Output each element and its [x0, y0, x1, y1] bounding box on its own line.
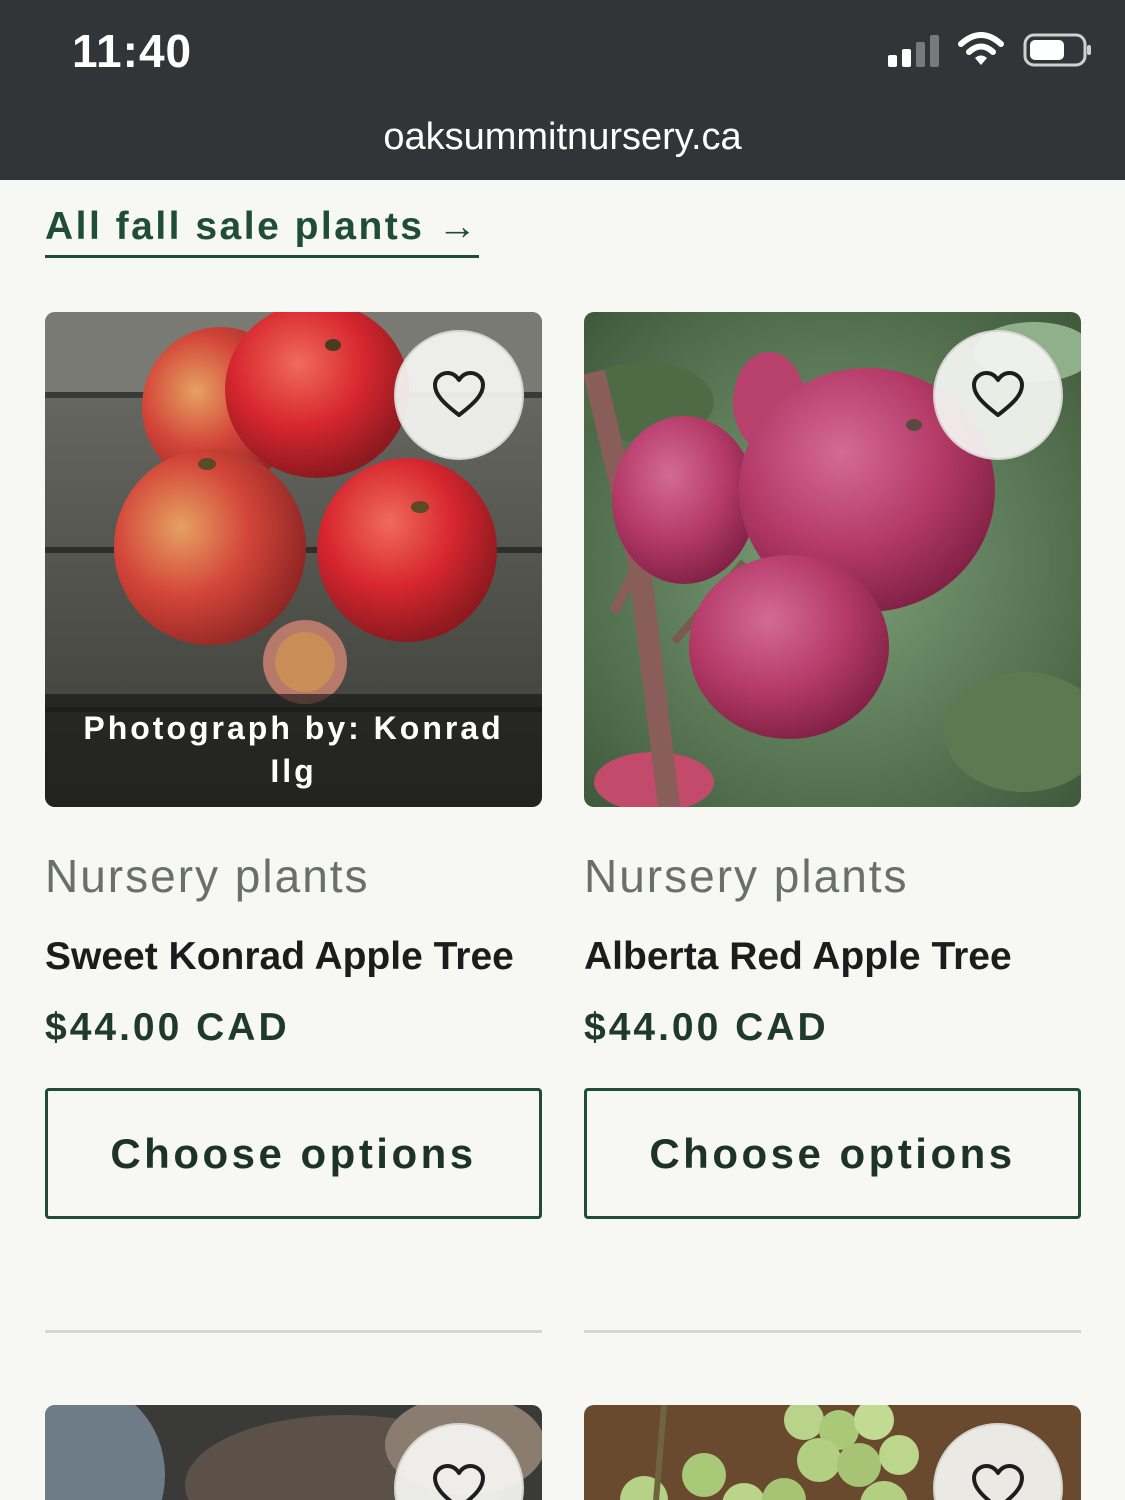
- choose-options-button[interactable]: Choose options: [45, 1088, 542, 1219]
- product-vendor: Nursery plants: [584, 850, 909, 902]
- wifi-icon: [958, 32, 1004, 65]
- status-icons: [888, 32, 1093, 68]
- heart-outline-icon: [433, 371, 485, 417]
- wishlist-button[interactable]: [394, 330, 524, 460]
- product-vendor: Nursery plants: [45, 850, 370, 902]
- cellular-signal-icon: [888, 33, 939, 67]
- product-price: $44.00 CAD: [45, 1006, 290, 1049]
- url-bar[interactable]: oaksummitnursery.ca: [0, 116, 1125, 159]
- product-card: Nursery plants Alberta Red Apple Tree $4…: [584, 312, 1081, 1219]
- all-fall-sale-plants-link[interactable]: All fall sale plants →: [45, 205, 480, 258]
- heart-outline-icon: [433, 1464, 485, 1500]
- product-title[interactable]: Alberta Red Apple Tree: [584, 930, 1081, 984]
- product-price: $44.00 CAD: [584, 1006, 829, 1049]
- heart-outline-icon: [972, 1464, 1024, 1500]
- product-image[interactable]: [45, 1405, 542, 1500]
- product-card: Photograph by: Konrad Ilg Nursery plants…: [45, 312, 542, 1219]
- caption-line: Ilg: [270, 753, 317, 789]
- battery-icon: [1023, 33, 1091, 67]
- product-image[interactable]: [584, 1405, 1081, 1500]
- product-title[interactable]: Sweet Konrad Apple Tree: [45, 930, 542, 984]
- divider: [45, 1330, 542, 1333]
- product-image[interactable]: [584, 312, 1081, 807]
- photo-credit-caption: Photograph by: Konrad Ilg: [45, 694, 542, 807]
- divider: [584, 1330, 1081, 1333]
- status-time: 11:40: [72, 25, 193, 77]
- caption-line: Photograph by: Konrad: [83, 710, 504, 746]
- wishlist-button[interactable]: [933, 330, 1063, 460]
- choose-options-button[interactable]: Choose options: [584, 1088, 1081, 1219]
- product-image[interactable]: Photograph by: Konrad Ilg: [45, 312, 542, 807]
- heart-outline-icon: [972, 371, 1024, 417]
- browser-chrome: 11:40 oaksummitnursery.ca: [0, 0, 1125, 180]
